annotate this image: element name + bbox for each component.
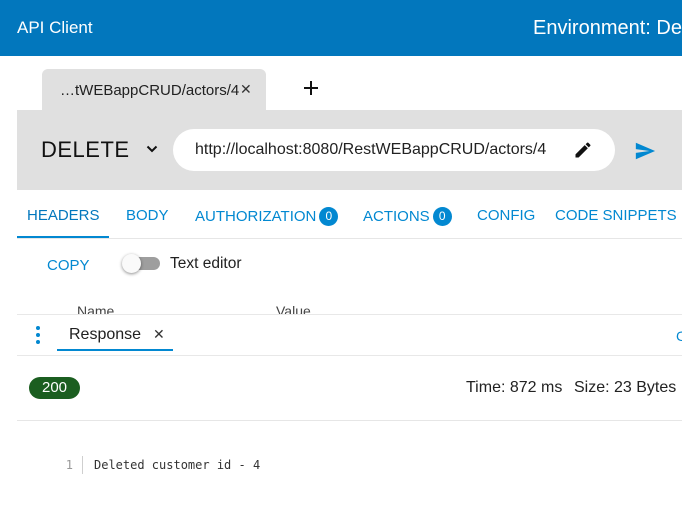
app-bar: API Client Environment: Def	[0, 0, 682, 56]
method-select[interactable]: DELETE	[41, 137, 130, 163]
response-body-text: Deleted customer id - 4	[94, 458, 261, 472]
request-section-tabs: HEADERS BODY AUTHORIZATION 0 ACTIONS 0 CON…	[17, 190, 682, 239]
tab-headers-label: HEADERS	[27, 207, 100, 224]
toggle-knob	[122, 254, 141, 273]
close-icon[interactable]: ✕	[153, 326, 165, 343]
actions-count-badge: 0	[432, 207, 452, 226]
response-action-partial[interactable]: C	[676, 328, 682, 344]
pencil-icon[interactable]	[573, 140, 593, 160]
response-size: Size: 23 Bytes	[574, 379, 677, 396]
environment-selector[interactable]: Environment: Def	[533, 17, 682, 40]
tab-body-label: BODY	[126, 207, 169, 224]
response-time: Time: 872 ms	[466, 379, 563, 396]
tab-body[interactable]: BODY	[126, 207, 169, 224]
gutter-divider	[82, 456, 83, 474]
tab-code-snippets[interactable]: CODE SNIPPETS	[555, 207, 677, 224]
plus-icon[interactable]	[300, 77, 322, 99]
tab-headers[interactable]: HEADERS	[27, 207, 100, 224]
tab-code-snippets-label: CODE SNIPPETS	[555, 207, 677, 224]
tab-actions-label: ACTIONS	[363, 208, 430, 225]
status-badge: 200	[29, 377, 80, 399]
send-icon[interactable]	[633, 140, 657, 162]
tab-actions[interactable]: ACTIONS 0	[363, 207, 452, 226]
tab-authorization-label: AUTHORIZATION	[195, 208, 317, 225]
request-tab-label: …tWEBappCRUD/actors/4	[60, 82, 240, 99]
text-editor-label: Text editor	[170, 255, 242, 272]
tab-response[interactable]: Response ✕	[57, 315, 173, 351]
chevron-down-icon[interactable]	[145, 142, 159, 156]
response-tab-label: Response	[69, 326, 142, 343]
column-header-value: Value	[276, 303, 311, 314]
text-editor-toggle[interactable]	[122, 254, 160, 273]
tab-config-label: CONFIG	[477, 207, 536, 224]
tab-config[interactable]: CONFIG	[477, 207, 535, 224]
column-header-name: Name	[77, 303, 115, 314]
request-tab[interactable]: …tWEBappCRUD/actors/4 ✕	[42, 69, 266, 110]
divider	[17, 420, 682, 421]
tab-authorization[interactable]: AUTHORIZATION 0	[195, 207, 339, 226]
url-text: http://localhost:8080/RestWEBappCRUD/act…	[195, 141, 547, 158]
request-tab-strip: …tWEBappCRUD/actors/4 ✕	[0, 56, 682, 110]
request-url-bar: DELETE http://localhost:8080/RestWEBappC…	[17, 110, 682, 190]
response-panel-header: Response ✕ C	[17, 314, 682, 356]
active-tab-indicator	[17, 236, 109, 238]
authorization-count-badge: 0	[319, 207, 339, 226]
copy-button[interactable]: COPY	[47, 257, 90, 274]
close-icon[interactable]: ✕	[240, 81, 252, 98]
app-title: API Client	[17, 18, 93, 37]
line-number: 1	[65, 458, 73, 472]
more-vert-icon[interactable]	[35, 326, 41, 346]
url-field[interactable]: http://localhost:8080/RestWEBappCRUD/act…	[173, 129, 615, 171]
